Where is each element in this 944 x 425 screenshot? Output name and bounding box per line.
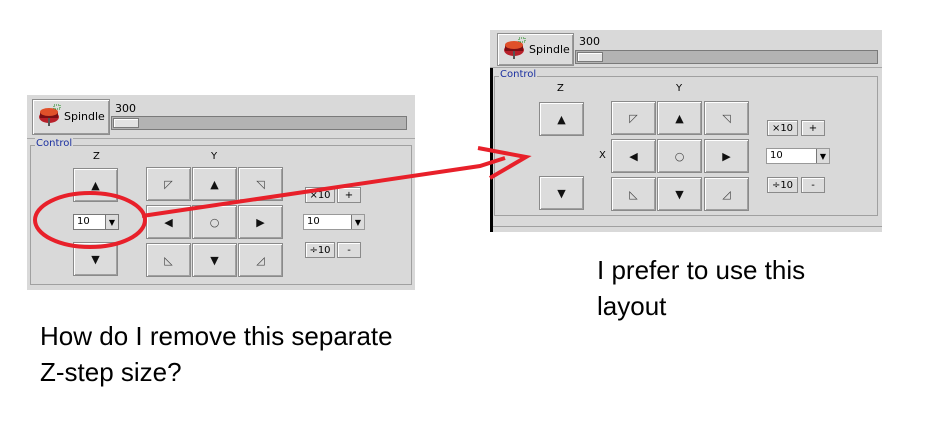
axis-label-z: Z: [93, 151, 100, 162]
step-minus-button[interactable]: -: [337, 242, 361, 258]
control-legend: Control: [499, 69, 538, 80]
jog-y-up-button[interactable]: ▲: [192, 167, 237, 201]
jog-x-right-button[interactable]: ▶: [238, 205, 283, 239]
spindle-speed-value: 300: [115, 102, 136, 115]
spindle-speed-slider[interactable]: [111, 116, 407, 130]
jog-x-left-button[interactable]: ◀: [146, 205, 191, 239]
spindle-speed-slider[interactable]: [575, 50, 878, 64]
spindle-bar: Spindle 300: [490, 30, 882, 68]
step-div10-button[interactable]: ÷10: [305, 242, 335, 258]
spindle-button[interactable]: Spindle: [32, 99, 110, 135]
jog-x-right-button[interactable]: ▶: [704, 139, 749, 173]
jog-z-up-button[interactable]: ▲: [73, 168, 118, 202]
step-div10-button[interactable]: ÷10: [767, 177, 798, 193]
z-step-size-select[interactable]: 10 ▼: [73, 214, 119, 230]
jog-z-up-button[interactable]: ▲: [539, 102, 584, 136]
step-minus-button[interactable]: -: [801, 177, 825, 193]
jog-xy-nw-button[interactable]: ◸: [146, 167, 191, 201]
jog-xy-ne-button[interactable]: ◹: [704, 101, 749, 135]
axis-label-y: Y: [211, 151, 218, 162]
step-x10-button[interactable]: ×10: [305, 187, 335, 203]
jog-xy-ne-button[interactable]: ◹: [238, 167, 283, 201]
axis-label-z: Z: [557, 83, 564, 94]
control-legend: Control: [35, 138, 74, 149]
jog-xy-sw-button[interactable]: ◺: [146, 243, 191, 277]
preference-line-2: layout: [597, 291, 667, 321]
spindle-label: Spindle: [64, 110, 105, 123]
chevron-down-icon[interactable]: ▼: [816, 149, 829, 163]
spindle-bar: Spindle 300: [27, 95, 415, 139]
spindle-button[interactable]: Spindle: [497, 33, 574, 66]
bottom-divider: [493, 226, 882, 227]
jog-x-left-button[interactable]: ◀: [611, 139, 656, 173]
spindle-speed-value: 300: [579, 35, 600, 48]
jog-xy-sw-button[interactable]: ◺: [611, 177, 656, 211]
jog-z-down-button[interactable]: ▼: [539, 176, 584, 210]
step-plus-button[interactable]: +: [337, 187, 361, 203]
axis-label-y: Y: [676, 83, 683, 94]
slider-thumb[interactable]: [577, 52, 603, 62]
step-size-select[interactable]: 10 ▼: [303, 214, 365, 230]
step-x10-button[interactable]: ×10: [767, 120, 798, 136]
chevron-down-icon[interactable]: ▼: [351, 215, 364, 229]
jog-y-up-button[interactable]: ▲: [657, 101, 702, 135]
spindle-icon: [39, 104, 61, 126]
preference-caption: I prefer to use this layout: [597, 252, 805, 324]
jog-xy-se-button[interactable]: ◿: [238, 243, 283, 277]
home-button[interactable]: ○: [657, 139, 702, 173]
question-caption: How do I remove this separate Z-step siz…: [40, 318, 393, 390]
question-line-2: Z-step size?: [40, 357, 182, 387]
spindle-label: Spindle: [529, 43, 570, 56]
step-plus-button[interactable]: +: [801, 120, 825, 136]
chevron-down-icon[interactable]: ▼: [105, 215, 118, 229]
left-screenshot-panel: Spindle 300 Control Z Y ▲ 10 ▼ ▼ ◸ ▲ ◹ ◀…: [27, 95, 415, 290]
question-line-1: How do I remove this separate: [40, 321, 393, 351]
jog-y-down-button[interactable]: ▼: [192, 243, 237, 277]
jog-y-down-button[interactable]: ▼: [657, 177, 702, 211]
axis-label-x: X: [599, 150, 606, 161]
jog-xy-se-button[interactable]: ◿: [704, 177, 749, 211]
step-size-select[interactable]: 10 ▼: [766, 148, 830, 164]
jog-z-down-button[interactable]: ▼: [73, 242, 118, 276]
preference-line-1: I prefer to use this: [597, 255, 806, 285]
slider-thumb[interactable]: [113, 118, 139, 128]
jog-xy-nw-button[interactable]: ◸: [611, 101, 656, 135]
spindle-icon: [504, 37, 526, 59]
right-screenshot-panel: Spindle 300 Control Z Y X ▲ ▼ ◸ ▲ ◹ ◀ ○ …: [490, 30, 882, 232]
home-button[interactable]: ○: [192, 205, 237, 239]
